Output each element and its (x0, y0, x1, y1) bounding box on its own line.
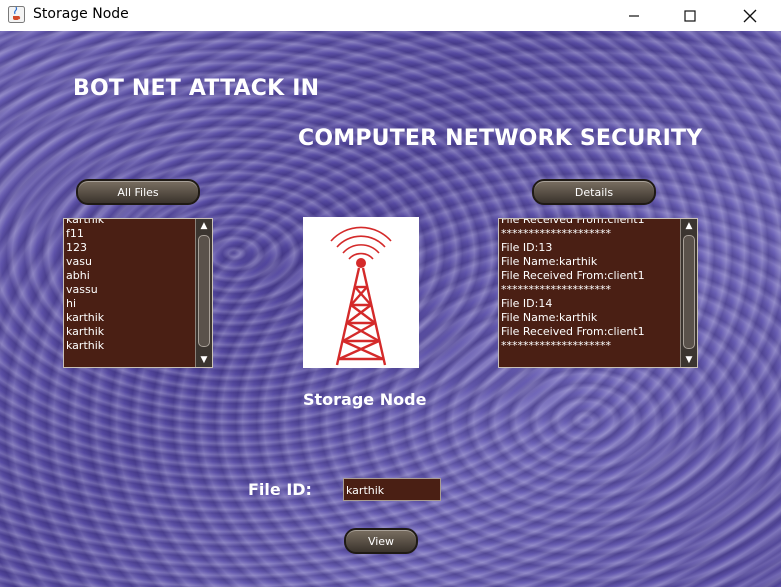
list-item[interactable]: ******************** (501, 227, 645, 241)
maximize-button[interactable] (667, 0, 713, 31)
antenna-tower-icon (330, 226, 392, 366)
list-item[interactable]: File Name:karthik (501, 255, 645, 269)
scroll-thumb[interactable] (198, 235, 210, 347)
scroll-up-icon[interactable]: ▲ (681, 219, 697, 233)
minimize-icon (629, 14, 639, 17)
list-item[interactable]: File Received From:client1 (501, 325, 645, 339)
scroll-thumb[interactable] (683, 235, 695, 349)
list-item[interactable]: ******************** (501, 283, 645, 297)
details-button[interactable]: Details (532, 179, 656, 205)
view-button[interactable]: View (344, 528, 418, 554)
list-item[interactable]: File Received From:client1 (501, 269, 645, 283)
list-item[interactable]: vasu (66, 255, 104, 269)
minimize-button[interactable] (611, 0, 657, 31)
list-item[interactable]: vassu (66, 283, 104, 297)
all-files-button[interactable]: All Files (76, 179, 200, 205)
scroll-down-icon[interactable]: ▼ (196, 353, 212, 367)
files-list[interactable]: karthik f11 123 vasu abhi vassu hi karthik karth… (63, 218, 213, 368)
title-bar: Storage Node (0, 0, 781, 31)
list-item[interactable]: karthik (66, 325, 104, 339)
details-scrollbar[interactable]: ▲ ▼ (680, 219, 697, 367)
list-item[interactable]: File Name:karthik (501, 311, 645, 325)
list-item[interactable]: abhi (66, 269, 104, 283)
main-panel: BOT NET ATTACK IN COMPUTER NETWORK SECUR… (0, 31, 781, 587)
java-app-icon (8, 6, 25, 23)
storage-node-caption: Storage Node (303, 390, 427, 409)
heading-line-2: COMPUTER NETWORK SECURITY (298, 126, 703, 151)
details-list-items: File Received From:client1 **************… (501, 219, 645, 353)
file-id-input[interactable]: karthik (343, 478, 441, 501)
antenna-image (303, 217, 419, 368)
files-list-items: karthik f11 123 vasu abhi vassu hi karthik karth… (66, 219, 104, 353)
list-item[interactable]: karthik (66, 339, 104, 353)
scroll-up-icon[interactable]: ▲ (196, 219, 212, 233)
maximize-icon (684, 9, 696, 22)
list-item[interactable]: karthik (66, 219, 104, 227)
list-item[interactable]: 123 (66, 241, 104, 255)
list-item[interactable]: File ID:13 (501, 241, 645, 255)
list-item[interactable]: File Received From:client1 (501, 219, 645, 227)
list-item[interactable]: File ID:14 (501, 297, 645, 311)
list-item[interactable]: ******************** (501, 339, 645, 353)
details-list[interactable]: File Received From:client1 **************… (498, 218, 698, 368)
list-item[interactable]: karthik (66, 311, 104, 325)
storage-node-window: Storage Node BOT NET ATTACK IN COMPUTER … (0, 0, 781, 587)
scroll-down-icon[interactable]: ▼ (681, 353, 697, 367)
close-button[interactable] (727, 0, 773, 31)
close-icon (743, 9, 757, 22)
heading-line-1: BOT NET ATTACK IN (73, 76, 320, 101)
window-title: Storage Node (33, 6, 129, 22)
files-scrollbar[interactable]: ▲ ▼ (195, 219, 212, 367)
list-item[interactable]: hi (66, 297, 104, 311)
list-item[interactable]: f11 (66, 227, 104, 241)
file-id-label: File ID: (248, 480, 312, 499)
